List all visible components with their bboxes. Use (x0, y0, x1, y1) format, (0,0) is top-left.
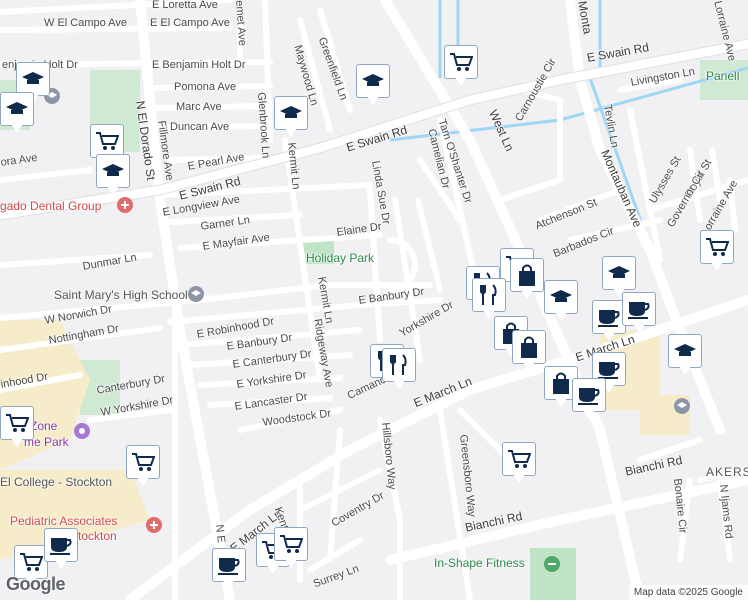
restaurant-marker[interactable] (472, 278, 506, 320)
school-marker[interactable] (0, 92, 34, 134)
fork-knife-icon (382, 348, 416, 382)
restaurant-marker[interactable] (382, 348, 416, 390)
place-label-fitness[interactable]: In-Shape Fitness (434, 557, 525, 569)
graduation-cap-icon (356, 64, 390, 98)
shopping-marker[interactable] (512, 330, 546, 372)
cart-icon (90, 124, 124, 158)
place-label-dental[interactable]: gado Dental Group (0, 200, 101, 212)
school-icon (674, 398, 690, 414)
school-marker[interactable] (668, 334, 702, 376)
grocery-marker[interactable] (700, 230, 734, 272)
school-marker[interactable] (544, 280, 578, 322)
street-label: N E (213, 523, 227, 544)
map-canvas[interactable]: E Loretta Ave W El Campo Ave E El Campo … (0, 0, 748, 600)
graduation-cap-icon (96, 154, 130, 188)
coffee-cup-icon (212, 548, 246, 582)
cafe-marker[interactable] (592, 300, 626, 342)
grocery-marker[interactable] (126, 445, 160, 487)
street-label: Duncan Ave (170, 121, 230, 133)
cart-icon (444, 45, 478, 79)
grocery-marker[interactable] (274, 527, 308, 569)
street-label: E El Campo Ave (150, 17, 230, 29)
cart-icon (0, 406, 34, 440)
cart-icon (274, 527, 308, 561)
cart-icon (502, 442, 536, 476)
shopping-bag-icon (510, 258, 544, 292)
street-label: W El Campo Ave (44, 17, 127, 29)
graduation-cap-icon (602, 256, 636, 290)
grocery-marker[interactable] (502, 442, 536, 484)
shopping-bag-icon (512, 330, 546, 364)
fork-knife-icon (472, 278, 506, 312)
place-label-pediatric[interactable]: Pediatric Associates (10, 515, 117, 527)
street-label: Marc Ave (176, 101, 222, 113)
street-label: emet Ave (233, 0, 249, 47)
coffee-cup-icon (572, 378, 606, 412)
school-marker[interactable] (274, 96, 308, 138)
medical-icon (146, 517, 162, 533)
google-logo: Google (6, 574, 66, 594)
coffee-cup-icon (592, 300, 626, 334)
shopping-marker[interactable] (510, 258, 544, 300)
place-label-park[interactable]: Holiday Park (306, 252, 374, 264)
star-icon (74, 423, 90, 439)
school-icon (188, 286, 204, 302)
graduation-cap-icon (0, 92, 34, 126)
place-label-panell[interactable]: Panell (706, 70, 739, 82)
cart-icon (126, 445, 160, 479)
map-attribution[interactable]: Map data ©2025 Google (628, 585, 748, 600)
grocery-marker[interactable] (0, 406, 34, 448)
place-label-zone[interactable]: Zone (30, 420, 57, 432)
school-marker[interactable] (96, 154, 130, 196)
graduation-cap-icon (16, 62, 50, 96)
cafe-marker[interactable] (44, 528, 78, 570)
graduation-cap-icon (668, 334, 702, 368)
cafe-marker[interactable] (622, 292, 656, 334)
graduation-cap-icon (544, 280, 578, 314)
street-label: Pomona Ave (174, 81, 237, 93)
medical-icon (117, 197, 133, 213)
street-label: E Benjamin Holt Dr (152, 59, 246, 71)
cart-icon (700, 230, 734, 264)
school-marker[interactable] (356, 64, 390, 106)
cafe-marker[interactable] (212, 548, 246, 590)
coffee-cup-icon (44, 528, 78, 562)
grocery-marker[interactable] (444, 45, 478, 87)
place-label-school[interactable]: Saint Mary's High School (54, 289, 188, 301)
coffee-cup-icon (622, 292, 656, 326)
graduation-cap-icon (274, 96, 308, 130)
area-label: AKERS (706, 465, 748, 479)
fitness-icon (544, 556, 560, 572)
street-label: E Loretta Ave (152, 0, 218, 11)
place-label-college[interactable]: El College - Stockton (0, 476, 112, 488)
cafe-marker[interactable] (572, 378, 606, 420)
